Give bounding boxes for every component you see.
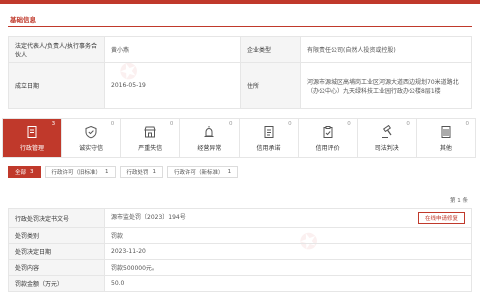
- row-value: 罚款: [104, 227, 472, 244]
- shop-icon: [144, 126, 157, 137]
- filter-label: 行政许可（新标准）: [174, 170, 224, 176]
- row-label: 处罚内容: [8, 259, 105, 276]
- other-icon: [441, 125, 451, 138]
- row-label: 处罚类别: [8, 227, 105, 244]
- tab-label: 信用评价: [315, 144, 340, 152]
- document-icon: [264, 125, 274, 138]
- tab-label: 诚实守信: [79, 144, 104, 152]
- tab-count: 0: [465, 121, 470, 127]
- tab-label: 信用承诺: [256, 144, 281, 152]
- apply-repair-button[interactable]: 在线申请修复: [417, 212, 465, 224]
- table-row: 行政处罚决定书文号 源市监处罚〔2023〕194号 在线申请修复: [8, 208, 472, 228]
- tab-other[interactable]: 0 其他: [416, 119, 475, 157]
- filter-count: 3: [30, 169, 34, 175]
- section-title: 基础信息: [10, 16, 36, 24]
- admin-doc-icon: [27, 125, 37, 138]
- tab-label: 司法判决: [374, 144, 399, 152]
- tab-label: 严重失信: [138, 144, 163, 152]
- row-value: 罚款500000元。: [104, 259, 472, 276]
- tab-count: 0: [169, 121, 174, 127]
- filter-chips: 全部 3 行政许可（旧标准） 1 行政处罚 1 行政许可（新标准） 1: [8, 166, 239, 178]
- tab-count: 0: [406, 121, 410, 127]
- tab-admin[interactable]: 3 行政管理: [3, 119, 63, 157]
- top-accent-bar: [0, 0, 480, 4]
- founded-label: 成立日期: [8, 62, 105, 109]
- row-value: 源市监处罚〔2023〕194号: [111, 214, 186, 221]
- category-tabs: 3 行政管理 0 诚实守信 0 严重失信 0 经营异常 0 信用承诺 0 信用评…: [2, 118, 476, 158]
- table-row: 罚款金额（万元） 50.0: [8, 275, 472, 292]
- clipboard-check-icon: [323, 125, 333, 138]
- legal-rep-label: 法定代表人/负责人/执行事务合伙人: [8, 36, 105, 63]
- filter-penalty[interactable]: 行政处罚 1: [119, 166, 164, 178]
- filter-permit-new[interactable]: 行政许可（新标准） 1: [167, 166, 239, 178]
- filter-count: 1: [152, 169, 157, 175]
- founded-value: 2016-05-19: [104, 62, 241, 109]
- tab-integrity[interactable]: 0 诚实守信: [62, 119, 122, 157]
- section-divider: [8, 26, 472, 27]
- tab-count: 0: [347, 121, 351, 127]
- record-index: 第 1 条: [450, 198, 468, 204]
- table-row: 处罚内容 罚款500000元。: [8, 259, 472, 276]
- row-value: 50.0: [104, 275, 472, 292]
- tab-judicial[interactable]: 0 司法判决: [357, 119, 417, 157]
- address-value: 河源市源城区高埔岗工业区河源大道西边规划70米道路北（办公中心）九天绿科技工业园…: [300, 62, 472, 109]
- filter-count: 1: [105, 169, 109, 175]
- alarm-icon: [204, 125, 214, 137]
- tab-label: 其他: [439, 144, 452, 152]
- filter-all[interactable]: 全部 3: [8, 166, 41, 178]
- row-label: 处罚决定日期: [8, 243, 105, 260]
- info-row: 成立日期 2016-05-19 住所 河源市源城区高埔岗工业区河源大道西边规划7…: [8, 62, 472, 109]
- info-row: 法定代表人/负责人/执行事务合伙人 黄小燕 企业类型 有限责任公司(自然人投资或…: [8, 36, 472, 63]
- row-value: 2023-11-20: [104, 243, 472, 260]
- tab-credit-evaluation[interactable]: 0 信用评价: [298, 119, 358, 157]
- table-row: 处罚类别 罚款: [8, 227, 472, 244]
- tab-label: 经营异常: [197, 144, 222, 152]
- tab-serious-dishonesty[interactable]: 0 严重失信: [121, 119, 181, 157]
- filter-count: 1: [227, 169, 232, 175]
- row-label: 罚款金额（万元）: [8, 275, 105, 292]
- tab-count: 3: [51, 121, 56, 127]
- company-type-value: 有限责任公司(自然人投资或控股): [300, 36, 472, 63]
- tab-count: 0: [110, 121, 115, 127]
- tab-credit-commitment[interactable]: 0 信用承诺: [239, 119, 299, 157]
- company-type-label: 企业类型: [240, 36, 301, 63]
- tab-abnormal-operation[interactable]: 0 经营异常: [180, 119, 240, 157]
- tab-label: 行政管理: [20, 144, 45, 152]
- table-row: 处罚决定日期 2023-11-20: [8, 243, 472, 260]
- filter-label: 行政许可（旧标准）: [51, 170, 102, 176]
- penalty-record-table: 行政处罚决定书文号 源市监处罚〔2023〕194号 在线申请修复 处罚类别 罚款…: [8, 208, 472, 292]
- shield-check-icon: [85, 125, 97, 138]
- tab-count: 0: [288, 121, 292, 127]
- row-value-cell: 源市监处罚〔2023〕194号 在线申请修复: [104, 208, 472, 228]
- gavel-icon: [381, 124, 392, 138]
- filter-label: 全部: [15, 170, 27, 176]
- row-label: 行政处罚决定书文号: [8, 208, 105, 228]
- filter-label: 行政处罚: [126, 170, 149, 176]
- legal-rep-value: 黄小燕: [104, 36, 241, 63]
- address-label: 住所: [240, 62, 301, 109]
- filter-permit-old[interactable]: 行政许可（旧标准） 1: [44, 166, 116, 178]
- tab-count: 0: [229, 121, 233, 127]
- basic-info-table: 法定代表人/负责人/执行事务合伙人 黄小燕 企业类型 有限责任公司(自然人投资或…: [8, 36, 472, 109]
